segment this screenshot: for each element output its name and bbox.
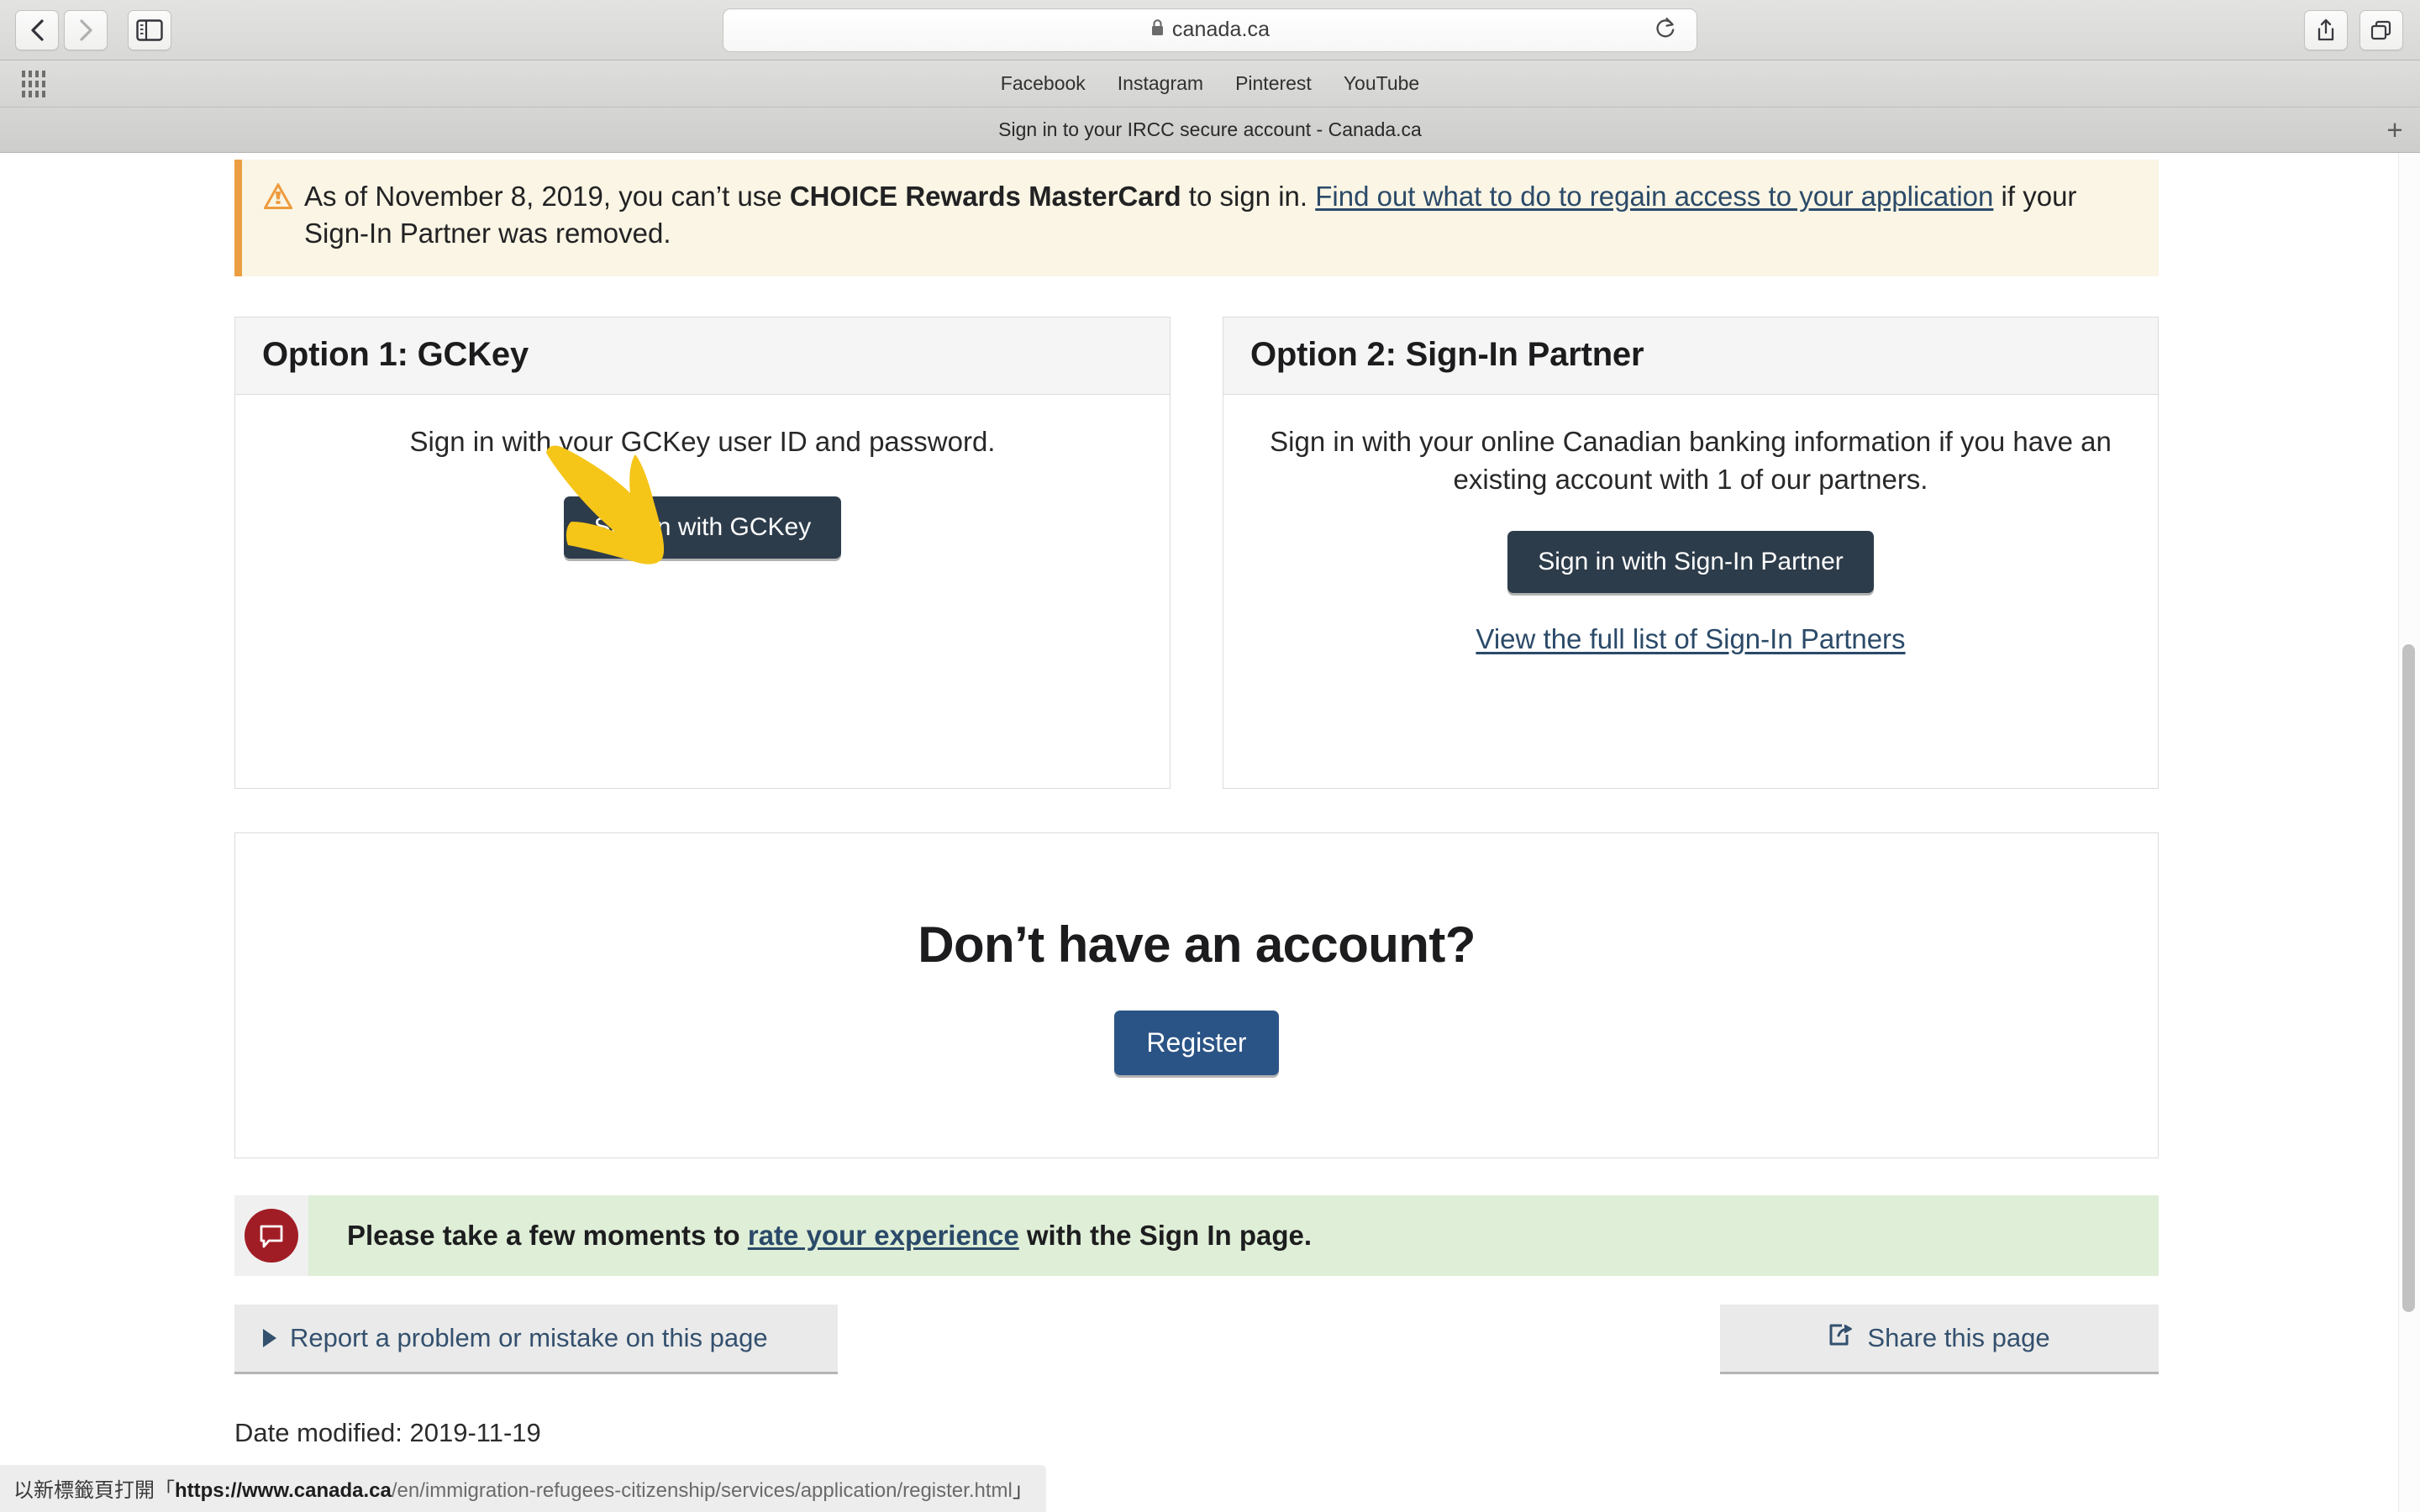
toolbar-right-buttons — [2304, 9, 2403, 50]
navigation-buttons — [15, 9, 108, 50]
option1-heading: Option 1: GCKey — [262, 336, 529, 374]
register-button[interactable]: Register — [1114, 1011, 1279, 1076]
sign-in-options-row: Option 1: GCKey Sign in with your GCKey … — [234, 317, 2159, 790]
feedback-text-before: Please take a few moments to — [347, 1220, 748, 1252]
address-bar[interactable]: canada.ca — [723, 8, 1697, 52]
option2-body: Sign in with your online Canadian bankin… — [1223, 395, 2158, 788]
warning-text-part1: As of November 8, 2019, you can’t use — [304, 181, 790, 212]
browser-chrome: canada.ca Facebook Instagram Pinterest Y… — [0, 0, 2420, 153]
url-text: canada.ca — [1171, 18, 1270, 41]
lock-icon — [1150, 18, 1165, 41]
option2-button-row: Sign in with Sign-In Partner — [1252, 530, 2129, 593]
warning-text-part2: to sign in. — [1181, 181, 1316, 212]
content-container: As of November 8, 2019, you can’t use CH… — [234, 160, 2159, 1448]
bookmark-instagram[interactable]: Instagram — [1118, 72, 1203, 95]
bookmark-youtube[interactable]: YouTube — [1344, 72, 1419, 95]
scrollbar-thumb[interactable] — [2402, 644, 2415, 1312]
page-viewport: As of November 8, 2019, you can’t use CH… — [0, 153, 2420, 1512]
bookmarks-bar: Facebook Instagram Pinterest YouTube — [0, 60, 2420, 108]
chevron-right-icon — [76, 18, 95, 43]
status-prefix: 以新標籤頁打開「 — [13, 1479, 175, 1502]
report-problem-label: Report a problem or mistake on this page — [290, 1323, 768, 1353]
option2-panel: Option 2: Sign-In Partner Sign in with y… — [1223, 317, 2159, 790]
page-scrollbar[interactable] — [2398, 153, 2420, 1512]
share-page-label: Share this page — [1867, 1323, 2050, 1353]
rate-experience-link[interactable]: rate your experience — [748, 1220, 1019, 1251]
bookmark-links: Facebook Instagram Pinterest YouTube — [1001, 72, 1419, 95]
warning-banner: As of November 8, 2019, you can’t use CH… — [234, 160, 2159, 277]
forward-button[interactable] — [64, 9, 108, 50]
option1-panel: Option 1: GCKey Sign in with your GCKey … — [234, 317, 1171, 790]
bookmark-pinterest[interactable]: Pinterest — [1235, 72, 1312, 95]
active-tab-title[interactable]: Sign in to your IRCC secure account - Ca… — [998, 118, 1422, 141]
sidebar-toggle-icon — [136, 18, 163, 41]
status-suffix: 」 — [1012, 1479, 1033, 1502]
option1-body: Sign in with your GCKey user ID and pass… — [235, 395, 1170, 788]
feedback-icon-cell — [234, 1195, 308, 1277]
tab-bar: Sign in to your IRCC secure account - Ca… — [0, 108, 2420, 153]
warning-triangle-icon — [262, 178, 294, 251]
tab-overview-icon — [2370, 18, 2393, 42]
new-tab-button[interactable]: + — [2378, 113, 2412, 147]
option2-heading: Option 2: Sign-In Partner — [1250, 336, 1644, 374]
status-path: /en/immigration-refugees-citizenship/ser… — [391, 1479, 1013, 1502]
warning-bold-text: CHOICE Rewards MasterCard — [789, 181, 1181, 212]
option2-header: Option 2: Sign-In Partner — [1223, 318, 2158, 396]
share-icon — [2316, 18, 2336, 43]
browser-toolbar: canada.ca — [0, 0, 2420, 60]
feedback-bar: Please take a few moments to rate your e… — [234, 1195, 2159, 1277]
share-external-icon — [1828, 1323, 1854, 1353]
reload-icon — [1655, 16, 1676, 44]
apps-grid-icon[interactable] — [22, 70, 45, 97]
share-button[interactable] — [2304, 9, 2348, 50]
reload-button[interactable] — [1653, 18, 1678, 43]
url-display: canada.ca — [1150, 18, 1270, 42]
tab-overview-button[interactable] — [2360, 9, 2403, 50]
status-bar-link-preview: 以新標籤頁打開「https://www.canada.ca/en/immigra… — [0, 1465, 1046, 1512]
option2-link-row: View the full list of Sign-In Partners — [1252, 623, 2129, 655]
option1-button-row: Sign in with GCKey — [264, 445, 1141, 564]
warning-link[interactable]: Find out what to do to regain access to … — [1315, 181, 1993, 212]
bookmark-facebook[interactable]: Facebook — [1001, 72, 1086, 95]
back-button[interactable] — [15, 9, 59, 50]
sign-in-partner-button[interactable]: Sign in with Sign-In Partner — [1507, 530, 1874, 593]
speech-bubble-icon — [245, 1209, 298, 1263]
share-page-button[interactable]: Share this page — [1720, 1305, 2159, 1375]
report-problem-button[interactable]: Report a problem or mistake on this page — [234, 1305, 838, 1375]
disclosure-triangle-icon — [263, 1329, 276, 1348]
register-heading: Don’t have an account? — [918, 916, 1476, 974]
address-bar-wrapper: canada.ca — [723, 8, 1697, 52]
view-partners-link[interactable]: View the full list of Sign-In Partners — [1476, 623, 1905, 654]
warning-text: As of November 8, 2019, you can’t use CH… — [304, 178, 2135, 251]
feedback-text: Please take a few moments to rate your e… — [347, 1220, 1312, 1252]
footer-buttons: Report a problem or mistake on this page… — [234, 1305, 2159, 1375]
option1-description: Sign in with your GCKey user ID and pass… — [409, 426, 996, 458]
status-host: https://www.canada.ca — [175, 1479, 392, 1502]
chevron-left-icon — [28, 18, 46, 43]
register-panel: Don’t have an account? Register — [234, 832, 2159, 1159]
feedback-text-after: with the Sign In page. — [1018, 1220, 1313, 1252]
page-content: As of November 8, 2019, you can’t use CH… — [0, 160, 2393, 1448]
option1-header: Option 1: GCKey — [235, 318, 1170, 396]
date-modified: Date modified: 2019-11-19 — [234, 1418, 541, 1448]
option2-description: Sign in with your online Canadian bankin… — [1270, 426, 2112, 495]
sidebar-toggle-button[interactable] — [128, 9, 171, 50]
sign-in-gckey-button[interactable]: Sign in with GCKey — [563, 496, 842, 559]
